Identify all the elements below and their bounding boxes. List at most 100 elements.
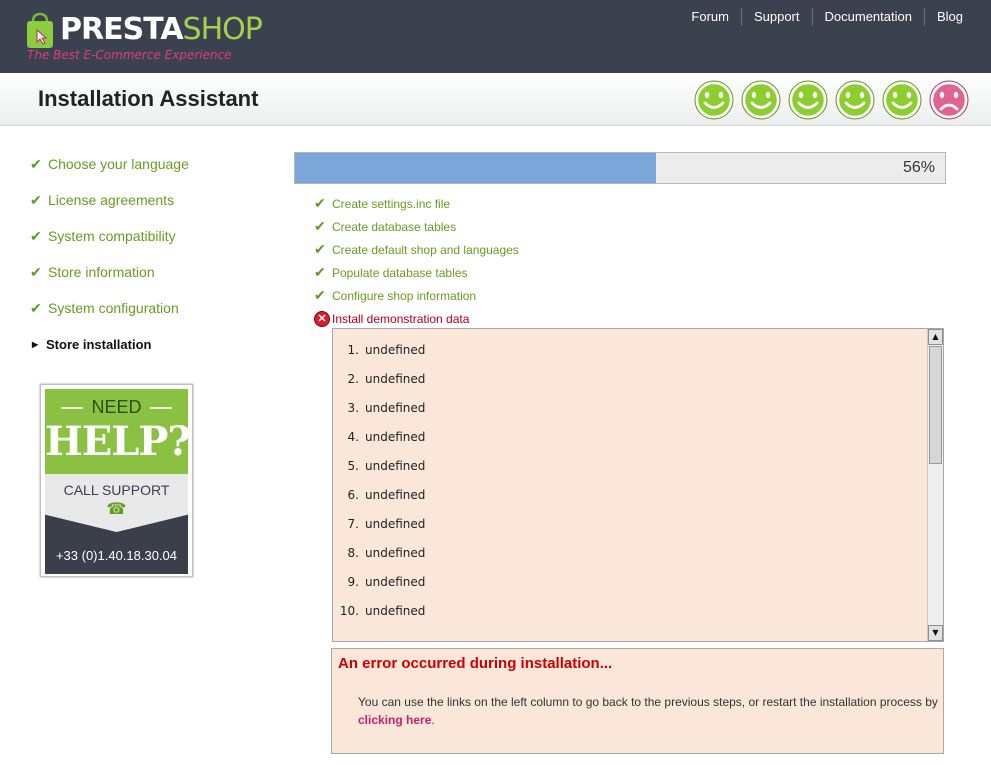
error-message: You can use the links on the left column… <box>358 693 938 729</box>
step-item[interactable]: ✔ Store information <box>30 254 260 290</box>
task-item: ✔ Configure shop information <box>314 284 519 307</box>
log-text: undefined <box>365 546 426 560</box>
log-item: 3. undefined <box>333 401 426 430</box>
call-support-label: CALL SUPPORT <box>63 482 170 498</box>
steps-list: ✔ Choose your language ✔ License agreements… <box>30 146 260 362</box>
checkmark-icon: ✔ <box>314 218 326 234</box>
log-text: undefined <box>365 575 426 589</box>
log-number: 4. <box>347 430 359 444</box>
log-item: 7. undefined <box>333 517 426 546</box>
log-text: undefined <box>365 459 426 473</box>
log-number: 5. <box>347 459 359 473</box>
log-text: undefined <box>365 488 426 502</box>
install-log-panel[interactable]: 1. undefined 2. undefined 3. undefined 4. undef… <box>332 328 944 642</box>
step-label: System compatibility <box>48 228 176 244</box>
help-green-panel: NEED HELP? <box>45 389 191 474</box>
current-step-arrow-icon: ▶ <box>32 339 39 349</box>
logo-shop: SHOP <box>182 12 263 47</box>
smiley-happy-icon <box>788 80 828 120</box>
smiley-happy-icon <box>835 80 875 120</box>
task-label: Create settings.inc file <box>332 196 451 211</box>
scroll-down-arrow-icon[interactable]: ▼ <box>928 625 943 641</box>
log-text: undefined <box>365 430 426 444</box>
log-item: 1. undefined <box>333 343 426 372</box>
checkmark-icon: ✔ <box>30 227 42 244</box>
log-item: 5. undefined <box>333 459 426 488</box>
help-banner[interactable]: NEED HELP? CALL SUPPORT ☎ +33 (0)1.40.18… <box>40 384 193 577</box>
title-band: Installation Assistant <box>0 73 991 126</box>
step-item[interactable]: ✔ License agreements <box>30 182 260 218</box>
page-title: Installation Assistant <box>38 86 259 111</box>
log-item: 10. undefined <box>333 604 425 633</box>
checkmark-icon: ✔ <box>314 264 326 280</box>
log-number: 6. <box>347 488 359 502</box>
log-number: 8. <box>347 546 359 560</box>
logo-tagline: The Best E-Commerce Experience <box>27 48 232 62</box>
help-big-label: HELP? <box>45 418 191 465</box>
progress-percent: 56% <box>902 159 935 176</box>
error-message-text: You can use the links on the left column… <box>358 695 938 709</box>
task-item: ✔ Create settings.inc file <box>314 192 519 215</box>
log-number: 7. <box>347 517 359 531</box>
step-label: Store information <box>48 264 155 280</box>
step-label: License agreements <box>48 192 175 208</box>
scroll-up-arrow-icon[interactable]: ▲ <box>928 329 943 345</box>
log-item: 2. undefined <box>333 372 426 401</box>
call-support-ribbon: CALL SUPPORT ☎ <box>45 474 188 532</box>
install-progress-bar: 56% <box>294 152 946 184</box>
smiley-happy-icon <box>694 80 734 120</box>
step-label: Store installation <box>46 336 152 352</box>
task-item: ✔ Create database tables <box>314 215 519 238</box>
error-message-end: . <box>431 713 435 727</box>
task-label: Install demonstration data <box>332 311 470 326</box>
step-item[interactable]: ✔ System compatibility <box>30 218 260 254</box>
logo-presta: PRESTA <box>60 12 184 47</box>
install-task-list: ✔ Create settings.inc file ✔ Create databas… <box>314 192 519 330</box>
log-text: undefined <box>365 517 426 531</box>
step-item[interactable]: ▶ Store installation <box>30 326 260 362</box>
task-label: Configure shop information <box>332 288 477 303</box>
log-item: 6. undefined <box>333 488 426 517</box>
nav-link-blog[interactable]: Blog <box>923 8 963 26</box>
error-title: An error occurred during installation... <box>338 655 613 672</box>
nav-link-forum[interactable]: Forum <box>679 8 741 26</box>
restart-install-link[interactable]: clicking here <box>358 713 431 727</box>
task-label: Populate database tables <box>332 265 468 280</box>
log-item: 9. undefined <box>333 575 426 604</box>
top-header: PRESTASHOP The Best E-Commerce Experienc… <box>0 0 991 73</box>
scroll-thumb[interactable] <box>929 346 942 464</box>
help-grey-panel: CALL SUPPORT ☎ +33 (0)1.40.18.30.04 <box>45 474 188 574</box>
nav-link-documentation[interactable]: Documentation <box>811 8 924 26</box>
smiley-happy-icon <box>741 80 781 120</box>
log-number: 9. <box>347 575 359 589</box>
checkmark-icon: ✔ <box>314 287 326 303</box>
prestashop-logo[interactable]: PRESTASHOP The Best E-Commerce Experienc… <box>26 10 263 66</box>
step-item[interactable]: ✔ System configuration <box>30 290 260 326</box>
checkmark-icon: ✔ <box>30 263 42 280</box>
log-text: undefined <box>365 372 426 386</box>
step-item[interactable]: ✔ Choose your language <box>30 146 260 182</box>
checkmark-icon: ✔ <box>314 195 326 211</box>
step-label: System configuration <box>48 300 179 316</box>
checkmark-icon: ✔ <box>30 299 42 316</box>
log-item: 8. undefined <box>333 546 426 575</box>
checkmark-icon: ✔ <box>30 191 42 208</box>
task-label: Create database tables <box>332 219 457 234</box>
progress-fill <box>295 153 656 183</box>
log-text: undefined <box>365 401 426 415</box>
log-number: 10. <box>339 604 359 618</box>
nav-link-support[interactable]: Support <box>740 8 812 26</box>
log-number: 2. <box>347 372 359 386</box>
top-nav: Forum Support Documentation Blog <box>679 8 963 26</box>
log-number: 3. <box>347 401 359 415</box>
log-scrollbar[interactable]: ▲ ▼ <box>927 329 943 641</box>
log-text: undefined <box>365 604 426 618</box>
log-item: 4. undefined <box>333 430 426 459</box>
logo-wordmark: PRESTASHOP <box>60 10 263 50</box>
log-list: 1. undefined 2. undefined 3. undefined 4. undef… <box>333 343 425 633</box>
task-item: ✕ Install demonstration data <box>314 307 519 330</box>
support-phone-number: +33 (0)1.40.18.30.04 <box>55 548 178 563</box>
checkmark-icon: ✔ <box>30 155 42 172</box>
smiley-sad-icon <box>929 80 969 120</box>
shopping-bag-icon <box>27 12 53 48</box>
